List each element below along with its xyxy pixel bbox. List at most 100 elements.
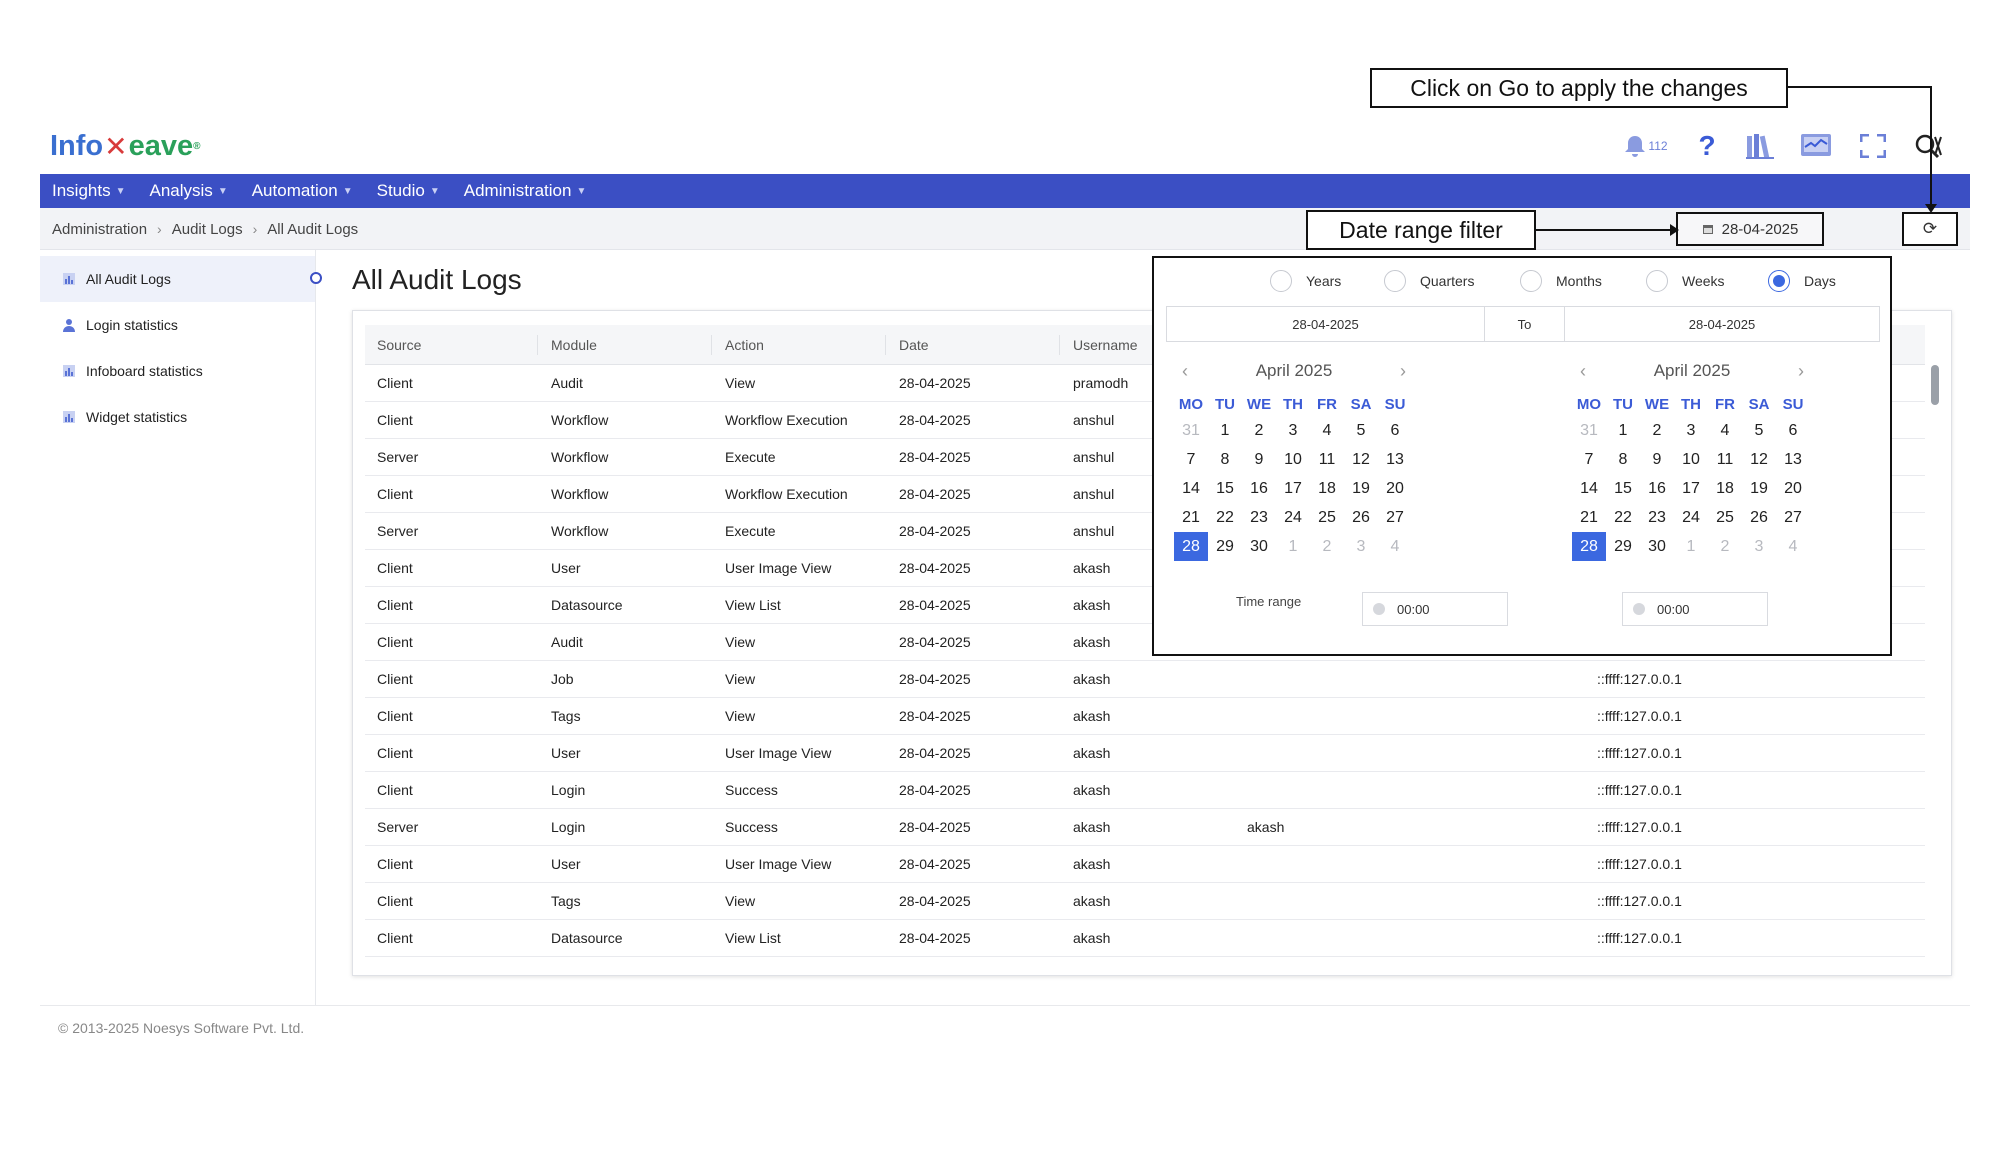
calendar-day[interactable]: 25 bbox=[1708, 503, 1742, 532]
radio-quarters[interactable]: Quarters bbox=[1384, 270, 1474, 292]
calendar-day[interactable]: 17 bbox=[1276, 474, 1310, 503]
sidebar-collapse-toggle[interactable] bbox=[310, 272, 322, 284]
nav-insights[interactable]: Insights ▼ bbox=[52, 181, 126, 201]
calendar-day[interactable]: 20 bbox=[1776, 474, 1810, 503]
calendar-day[interactable]: 1 bbox=[1674, 532, 1708, 561]
calendar-day[interactable]: 19 bbox=[1344, 474, 1378, 503]
calendar-day[interactable]: 29 bbox=[1606, 532, 1640, 561]
app-logo[interactable]: Info ✕ eave ® bbox=[50, 128, 201, 164]
start-time-input[interactable]: 00:00 bbox=[1362, 592, 1508, 626]
calendar-day[interactable]: 2 bbox=[1708, 532, 1742, 561]
calendar-day[interactable]: 27 bbox=[1378, 503, 1412, 532]
calendar-day[interactable]: 14 bbox=[1174, 474, 1208, 503]
calendar-day[interactable]: 13 bbox=[1378, 445, 1412, 474]
calendar-day[interactable]: 18 bbox=[1708, 474, 1742, 503]
calendar-day[interactable]: 24 bbox=[1276, 503, 1310, 532]
calendar-day[interactable]: 29 bbox=[1208, 532, 1242, 561]
radio-years[interactable]: Years bbox=[1270, 270, 1341, 292]
calendar-day[interactable]: 25 bbox=[1310, 503, 1344, 532]
radio-days[interactable]: Days bbox=[1768, 270, 1836, 292]
calendar-day[interactable]: 7 bbox=[1572, 445, 1606, 474]
calendar-day[interactable]: 16 bbox=[1242, 474, 1276, 503]
calendar-day-selected[interactable]: 28 bbox=[1572, 532, 1606, 561]
radio-weeks[interactable]: Weeks bbox=[1646, 270, 1725, 292]
sidebar-item-login-statistics[interactable]: Login statistics bbox=[40, 302, 315, 348]
calendar-day[interactable]: 1 bbox=[1208, 416, 1242, 445]
calendar-day[interactable]: 23 bbox=[1640, 503, 1674, 532]
calendar-day[interactable]: 19 bbox=[1742, 474, 1776, 503]
next-month-button[interactable]: › bbox=[1400, 361, 1406, 382]
calendar-day[interactable]: 11 bbox=[1708, 445, 1742, 474]
calendar-day[interactable]: 18 bbox=[1310, 474, 1344, 503]
calendar-day[interactable]: 14 bbox=[1572, 474, 1606, 503]
calendar-day[interactable]: 5 bbox=[1742, 416, 1776, 445]
calendar-day[interactable]: 9 bbox=[1242, 445, 1276, 474]
fullscreen-button[interactable] bbox=[1856, 128, 1890, 164]
calendar-day[interactable]: 26 bbox=[1742, 503, 1776, 532]
calendar-day[interactable]: 13 bbox=[1776, 445, 1810, 474]
calendar-day[interactable]: 12 bbox=[1344, 445, 1378, 474]
calendar-day[interactable]: 10 bbox=[1276, 445, 1310, 474]
nav-analysis[interactable]: Analysis ▼ bbox=[150, 181, 228, 201]
sidebar-item-all-audit-logs[interactable]: All Audit Logs bbox=[40, 256, 315, 302]
prev-month-button[interactable]: ‹ bbox=[1580, 361, 1586, 382]
calendar-day[interactable]: 15 bbox=[1606, 474, 1640, 503]
calendar-day[interactable]: 6 bbox=[1776, 416, 1810, 445]
help-button[interactable]: ? bbox=[1692, 128, 1722, 164]
from-date-input[interactable]: 28-04-2025 bbox=[1167, 307, 1485, 341]
calendar-day[interactable]: 3 bbox=[1674, 416, 1708, 445]
calendar-day[interactable]: 21 bbox=[1174, 503, 1208, 532]
go-refresh-button[interactable]: ⟳ bbox=[1902, 212, 1958, 246]
nav-studio[interactable]: Studio ▼ bbox=[377, 181, 440, 201]
calendar-day[interactable]: 27 bbox=[1776, 503, 1810, 532]
calendar-day[interactable]: 7 bbox=[1174, 445, 1208, 474]
table-row[interactable]: Client Login Success 28-04-2025 akash::ffff:… bbox=[365, 772, 1925, 809]
calendar-day[interactable]: 17 bbox=[1674, 474, 1708, 503]
to-date-input[interactable]: 28-04-2025 bbox=[1565, 307, 1879, 341]
table-row[interactable]: Client Tags View 28-04-2025 akash::ffff:127.… bbox=[365, 698, 1925, 735]
calendar-day[interactable]: 8 bbox=[1606, 445, 1640, 474]
prev-month-button[interactable]: ‹ bbox=[1182, 361, 1188, 382]
calendar-day[interactable]: 9 bbox=[1640, 445, 1674, 474]
calendar-day[interactable]: 1 bbox=[1276, 532, 1310, 561]
column-header-username[interactable]: Username bbox=[1073, 325, 1138, 364]
calendar-day[interactable]: 16 bbox=[1640, 474, 1674, 503]
table-row[interactable]: Client Tags View 28-04-2025 akash::ffff:127.… bbox=[365, 883, 1925, 920]
calendar-day[interactable]: 22 bbox=[1208, 503, 1242, 532]
next-month-button[interactable]: › bbox=[1798, 361, 1804, 382]
calendar-day[interactable]: 15 bbox=[1208, 474, 1242, 503]
calendar-day[interactable]: 6 bbox=[1378, 416, 1412, 445]
calendar-day[interactable]: 12 bbox=[1742, 445, 1776, 474]
radio-months[interactable]: Months bbox=[1520, 270, 1602, 292]
table-row[interactable]: Client User User Image View 28-04-2025 akash… bbox=[365, 846, 1925, 883]
end-time-input[interactable]: 00:00 bbox=[1622, 592, 1768, 626]
calendar-day[interactable]: 30 bbox=[1640, 532, 1674, 561]
table-scrollbar[interactable] bbox=[1931, 365, 1939, 405]
column-header-action[interactable]: Action bbox=[725, 325, 764, 364]
column-header-module[interactable]: Module bbox=[551, 325, 597, 364]
calendar-day[interactable]: 1 bbox=[1606, 416, 1640, 445]
monitor-button[interactable] bbox=[1798, 128, 1834, 164]
calendar-day[interactable]: 2 bbox=[1640, 416, 1674, 445]
library-button[interactable] bbox=[1742, 128, 1778, 164]
table-row[interactable]: Server Login Success 28-04-2025 akash akash::… bbox=[365, 809, 1925, 846]
table-row[interactable]: Client User User Image View 28-04-2025 akash… bbox=[365, 735, 1925, 772]
breadcrumb-administration[interactable]: Administration bbox=[52, 221, 147, 238]
calendar-day[interactable]: 21 bbox=[1572, 503, 1606, 532]
nav-automation[interactable]: Automation ▼ bbox=[252, 181, 353, 201]
calendar-day-selected[interactable]: 28 bbox=[1174, 532, 1208, 561]
notification-button[interactable]: 112 bbox=[1620, 128, 1672, 164]
calendar-day[interactable]: 10 bbox=[1674, 445, 1708, 474]
date-range-button[interactable]: 28-04-2025 bbox=[1676, 212, 1824, 246]
calendar-day[interactable]: 2 bbox=[1310, 532, 1344, 561]
calendar-day[interactable]: 23 bbox=[1242, 503, 1276, 532]
calendar-day[interactable]: 11 bbox=[1310, 445, 1344, 474]
calendar-day[interactable]: 31 bbox=[1174, 416, 1208, 445]
calendar-day[interactable]: 4 bbox=[1776, 532, 1810, 561]
column-header-source[interactable]: Source bbox=[377, 325, 421, 364]
calendar-day[interactable]: 2 bbox=[1242, 416, 1276, 445]
sidebar-item-infoboard-statistics[interactable]: Infoboard statistics bbox=[40, 348, 315, 394]
calendar-day[interactable]: 4 bbox=[1708, 416, 1742, 445]
calendar-day[interactable]: 31 bbox=[1572, 416, 1606, 445]
calendar-day[interactable]: 4 bbox=[1378, 532, 1412, 561]
